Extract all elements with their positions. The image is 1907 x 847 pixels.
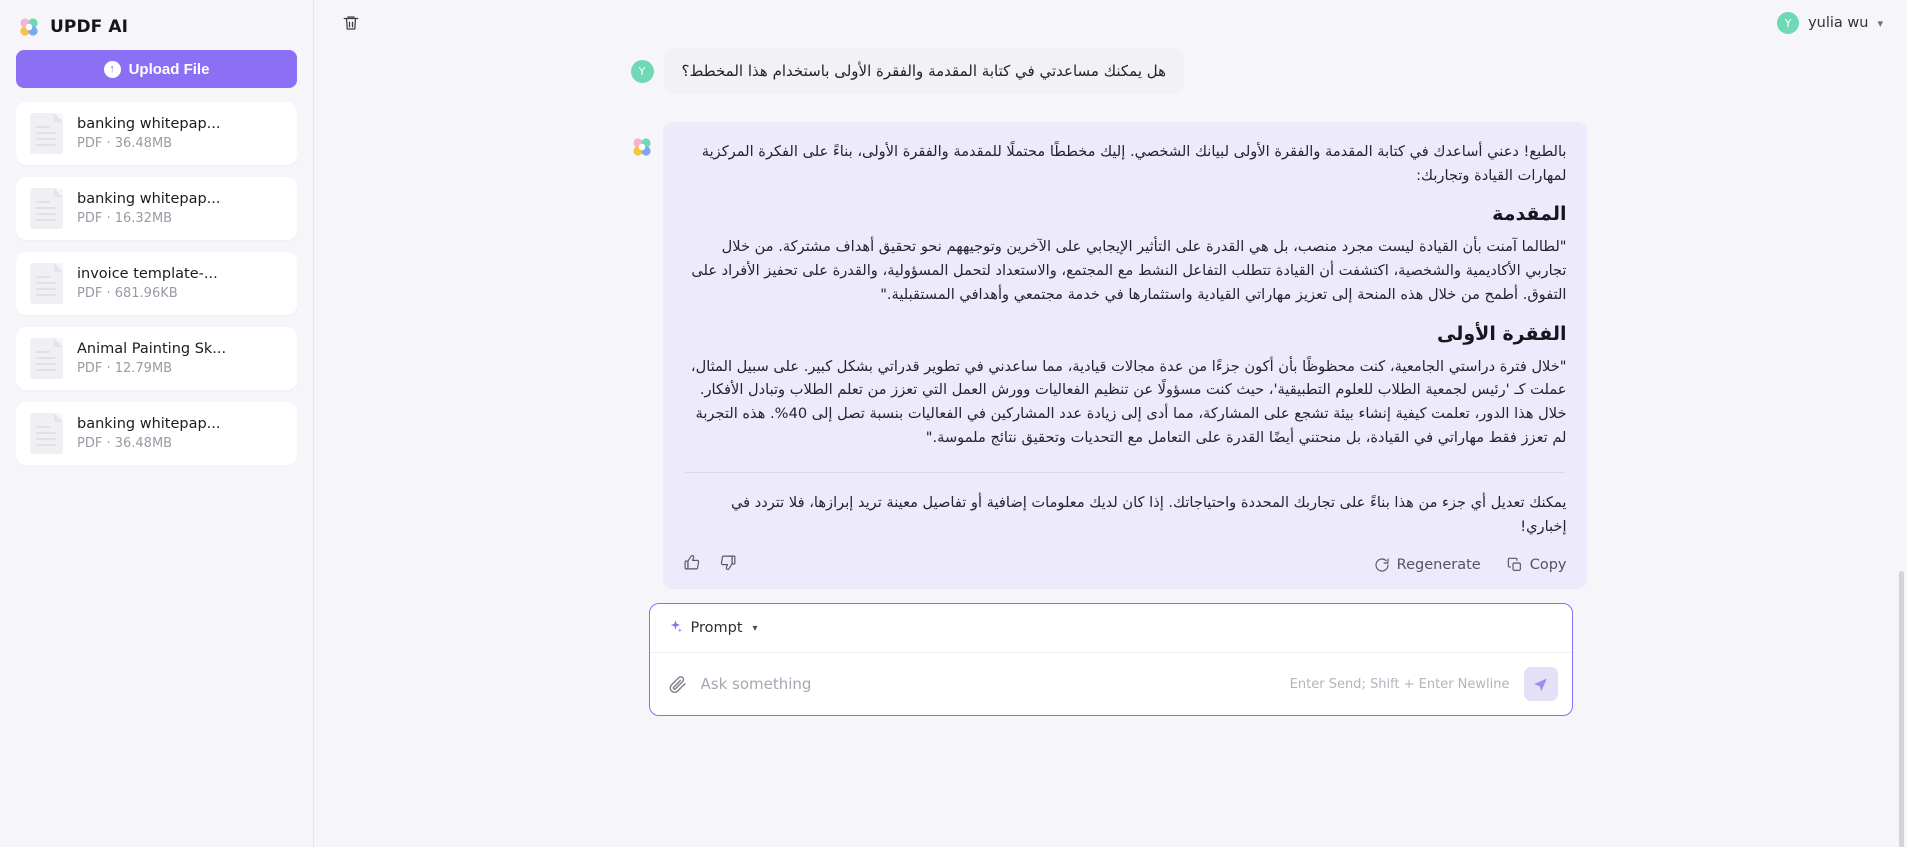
conversation: Y هل يمكنك مساعدتي في كتابة المقدمة والف… xyxy=(630,46,1591,744)
send-icon xyxy=(1534,678,1547,692)
ai-action-bar: Regenerate Copy xyxy=(683,554,1567,575)
ai-closing-text: يمكنك تعديل أي جزء من هذا بناءً على تجار… xyxy=(730,493,1567,535)
file-meta: PDF · 36.48MB xyxy=(77,436,173,451)
scrollbar[interactable] xyxy=(1899,101,1904,847)
pdf-file-icon xyxy=(30,188,63,229)
list-item[interactable]: banking whitepap... PDF · 16.32MB xyxy=(16,177,297,240)
file-name: banking whitepap... xyxy=(77,116,221,132)
paperclip-icon[interactable] xyxy=(668,675,687,694)
upload-file-label: Upload File xyxy=(128,60,210,78)
prompt-label: Prompt xyxy=(690,620,743,637)
scrollbar-thumb[interactable] xyxy=(1899,571,1904,847)
refresh-icon xyxy=(1375,558,1389,572)
file-meta: PDF · 12.79MB xyxy=(77,361,173,376)
upload-file-button[interactable]: ↑ Upload File xyxy=(16,50,297,88)
thumbs-up-icon[interactable] xyxy=(683,554,700,575)
file-meta: PDF · 16.32MB xyxy=(77,211,173,226)
composer-input-row: Enter Send; Shift + Enter Newline xyxy=(650,653,1572,715)
file-list: banking whitepap... PDF · 36.48MB bankin… xyxy=(16,102,297,465)
copy-label: Copy xyxy=(1529,556,1567,573)
composer: Prompt ▾ Enter Send; Shift + Enter Newli… xyxy=(648,603,1573,717)
ai-section-heading: الفقرة الأولى xyxy=(1437,322,1567,345)
pdf-file-icon xyxy=(30,338,63,379)
ai-intro-text: بالطبع! دعني أساعدك في كتابة المقدمة وال… xyxy=(701,143,1567,184)
divider xyxy=(684,471,1565,473)
user-message: Y هل يمكنك مساعدتي في كتابة المقدمة والف… xyxy=(630,48,1591,94)
pdf-file-icon xyxy=(30,413,63,454)
pdf-file-icon xyxy=(30,113,63,154)
avatar: Y xyxy=(630,60,654,83)
user-message-text: هل يمكنك مساعدتي في كتابة المقدمة والفقر… xyxy=(663,48,1185,94)
pdf-file-icon xyxy=(30,263,63,304)
trash-icon[interactable] xyxy=(338,10,364,36)
ai-section-heading: المقدمة xyxy=(1492,203,1567,226)
updf-flower-logo-icon xyxy=(631,136,653,158)
brand: UPDF AI xyxy=(16,0,297,50)
composer-hint: Enter Send; Shift + Enter Newline xyxy=(1289,676,1510,692)
regenerate-label: Regenerate xyxy=(1396,556,1481,573)
prompt-selector[interactable]: Prompt ▾ xyxy=(649,604,1572,654)
chevron-down-icon: ▾ xyxy=(752,622,758,634)
ai-message-body: بالطبع! دعني أساعدك في كتابة المقدمة وال… xyxy=(662,122,1587,590)
updf-flower-logo-icon xyxy=(18,16,40,38)
brand-name: UPDF AI xyxy=(50,17,129,37)
list-item[interactable]: banking whitepap... PDF · 36.48MB xyxy=(16,102,297,165)
main-panel: Y yulia wu ▾ Y هل يمكنك مساعدتي في كتابة… xyxy=(314,0,1907,847)
ai-section-body: "لطالما آمنت بأن القيادة ليست مجرد منصب،… xyxy=(691,238,1567,303)
file-name: Animal Painting Sk... xyxy=(77,341,227,357)
file-name: invoice template-... xyxy=(77,266,218,282)
ai-section-body: "خلال فترة دراستي الجامعية، كنت محظوظًا … xyxy=(690,357,1567,446)
user-menu[interactable]: Y yulia wu ▾ xyxy=(1773,9,1887,37)
file-meta: PDF · 36.48MB xyxy=(77,136,173,151)
chevron-down-icon: ▾ xyxy=(1877,16,1883,30)
app-root: UPDF AI ↑ Upload File banking whitepap..… xyxy=(0,0,1907,847)
file-name: banking whitepap... xyxy=(77,416,221,432)
copy-icon xyxy=(1507,557,1521,571)
regenerate-button[interactable]: Regenerate xyxy=(1374,557,1481,573)
user-name: yulia wu xyxy=(1808,15,1869,31)
top-bar: Y yulia wu ▾ xyxy=(314,0,1907,46)
thumbs-down-icon[interactable] xyxy=(720,554,737,575)
file-meta: PDF · 681.96KB xyxy=(77,286,178,301)
upload-circle-icon: ↑ xyxy=(103,60,121,78)
ai-message: بالطبع! دعني أساعدك في كتابة المقدمة وال… xyxy=(631,122,1591,590)
search-input[interactable] xyxy=(700,675,1276,694)
sparkle-icon xyxy=(668,619,683,638)
file-name: banking whitepap... xyxy=(77,191,221,207)
sidebar: UPDF AI ↑ Upload File banking whitepap..… xyxy=(0,0,314,847)
list-item[interactable]: Animal Painting Sk... PDF · 12.79MB xyxy=(16,327,297,390)
chat-scroll-area: Y هل يمكنك مساعدتي في كتابة المقدمة والف… xyxy=(314,46,1907,847)
composer-area: Prompt ▾ Enter Send; Shift + Enter Newli… xyxy=(631,589,1591,744)
list-item[interactable]: banking whitepap... PDF · 36.48MB xyxy=(16,402,297,465)
avatar: Y xyxy=(1777,12,1800,34)
send-button[interactable] xyxy=(1523,667,1558,702)
copy-button[interactable]: Copy xyxy=(1507,557,1567,573)
list-item[interactable]: invoice template-... PDF · 681.96KB xyxy=(16,252,297,315)
